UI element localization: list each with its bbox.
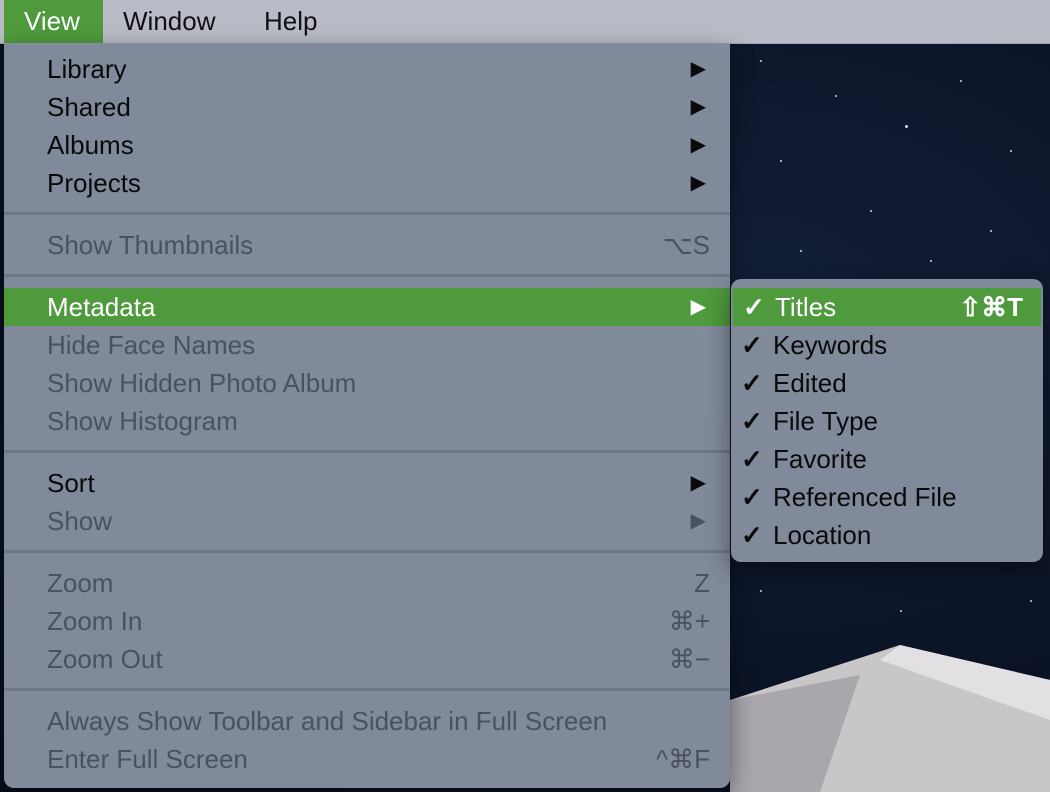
checkmark-icon: ✓ [741,482,763,512]
menu-item-label: Shared [47,92,131,122]
submenu-arrow-icon: ▶ [690,58,706,80]
submenu-item-label: Keywords [773,330,888,360]
submenu-item-file-type[interactable]: ✓ File Type [731,402,1043,440]
menu-item-hide-face-names[interactable]: Hide Face Names [4,326,730,364]
menu-item-label: Show Histogram [47,406,238,436]
checkmark-icon: ✓ [741,368,763,398]
menu-separator [4,688,730,691]
submenu-arrow-icon: ▶ [690,134,706,156]
checkmark-icon: ✓ [743,292,765,322]
menu-item-label: Zoom [47,568,114,598]
menu-item-shortcut: ⇧⌘T [959,292,1023,322]
menu-separator [4,450,730,453]
view-menu: Library ▶ Shared ▶ Albums ▶ Projects ▶ S… [4,43,730,788]
menu-item-shortcut: ⌘+ [668,606,710,636]
submenu-item-edited[interactable]: ✓ Edited [731,364,1043,402]
menu-item-zoom-in[interactable]: Zoom In ⌘+ [4,602,730,640]
checkmark-icon: ✓ [741,330,763,360]
menu-item-show-histogram[interactable]: Show Histogram [4,402,730,440]
submenu-item-location[interactable]: ✓ Location [731,516,1043,554]
menu-item-label: Show Thumbnails [47,230,254,260]
submenu-item-label: Edited [773,368,847,398]
menubar-window[interactable]: Window [103,0,244,43]
submenu-arrow-icon: ▶ [690,172,706,194]
menu-item-library[interactable]: Library ▶ [4,50,730,88]
menu-item-enter-full-screen[interactable]: Enter Full Screen ^⌘F [4,740,730,778]
checkmark-icon: ✓ [741,406,763,436]
menu-item-label: Albums [47,130,134,160]
menu-separator [4,274,730,277]
submenu-item-referenced-file[interactable]: ✓ Referenced File [731,478,1043,516]
submenu-arrow-icon: ▶ [690,296,706,318]
menu-item-label: Metadata [47,292,156,322]
menu-item-label: Enter Full Screen [47,744,248,774]
menu-item-show[interactable]: Show ▶ [4,502,730,540]
submenu-item-label: File Type [773,406,879,436]
menubar-help[interactable]: Help [244,0,344,43]
menu-item-shortcut: ^⌘F [655,744,710,774]
menu-item-shortcut: Z [694,568,710,598]
menu-item-shared[interactable]: Shared ▶ [4,88,730,126]
menu-item-label: Projects [47,168,141,198]
menu-bar: View Window Help [0,0,1050,44]
menu-item-label: Zoom In [47,606,143,636]
menu-item-label: Hide Face Names [47,330,256,360]
submenu-item-label: Location [773,520,872,550]
submenu-arrow-icon: ▶ [690,96,706,118]
submenu-item-keywords[interactable]: ✓ Keywords [731,326,1043,364]
menu-item-zoom[interactable]: Zoom Z [4,564,730,602]
menu-item-shortcut: ⌘− [668,644,710,674]
menu-item-always-show-toolbar[interactable]: Always Show Toolbar and Sidebar in Full … [4,702,730,740]
submenu-item-label: Favorite [773,444,867,474]
submenu-item-label: Referenced File [773,482,957,512]
menubar-view[interactable]: View [4,0,103,43]
menu-item-show-thumbnails[interactable]: Show Thumbnails ⌥S [4,226,730,264]
checkmark-icon: ✓ [741,520,763,550]
submenu-item-favorite[interactable]: ✓ Favorite [731,440,1043,478]
menu-separator [4,212,730,215]
menu-item-label: Library [47,54,127,84]
menu-item-label: Zoom Out [47,644,163,674]
menu-item-sort[interactable]: Sort ▶ [4,464,730,502]
menu-item-projects[interactable]: Projects ▶ [4,164,730,202]
menu-item-metadata[interactable]: Metadata ▶ [4,288,730,326]
menu-item-label: Sort [47,468,95,498]
menu-separator [4,550,730,553]
menu-item-albums[interactable]: Albums ▶ [4,126,730,164]
metadata-submenu: ✓ Titles ⇧⌘T ✓ Keywords ✓ Edited ✓ File … [731,279,1043,562]
submenu-item-label: Titles [775,292,837,322]
menu-item-label: Show Hidden Photo Album [47,368,357,398]
checkmark-icon: ✓ [741,444,763,474]
menu-item-shortcut: ⌥S [662,230,710,260]
menu-item-show-hidden-photo-album[interactable]: Show Hidden Photo Album [4,364,730,402]
submenu-item-titles[interactable]: ✓ Titles ⇧⌘T [733,288,1041,326]
submenu-arrow-icon: ▶ [690,472,706,494]
menu-item-label: Show [47,506,113,536]
menu-item-label: Always Show Toolbar and Sidebar in Full … [47,706,608,736]
menu-item-zoom-out[interactable]: Zoom Out ⌘− [4,640,730,678]
submenu-arrow-icon: ▶ [690,510,706,532]
